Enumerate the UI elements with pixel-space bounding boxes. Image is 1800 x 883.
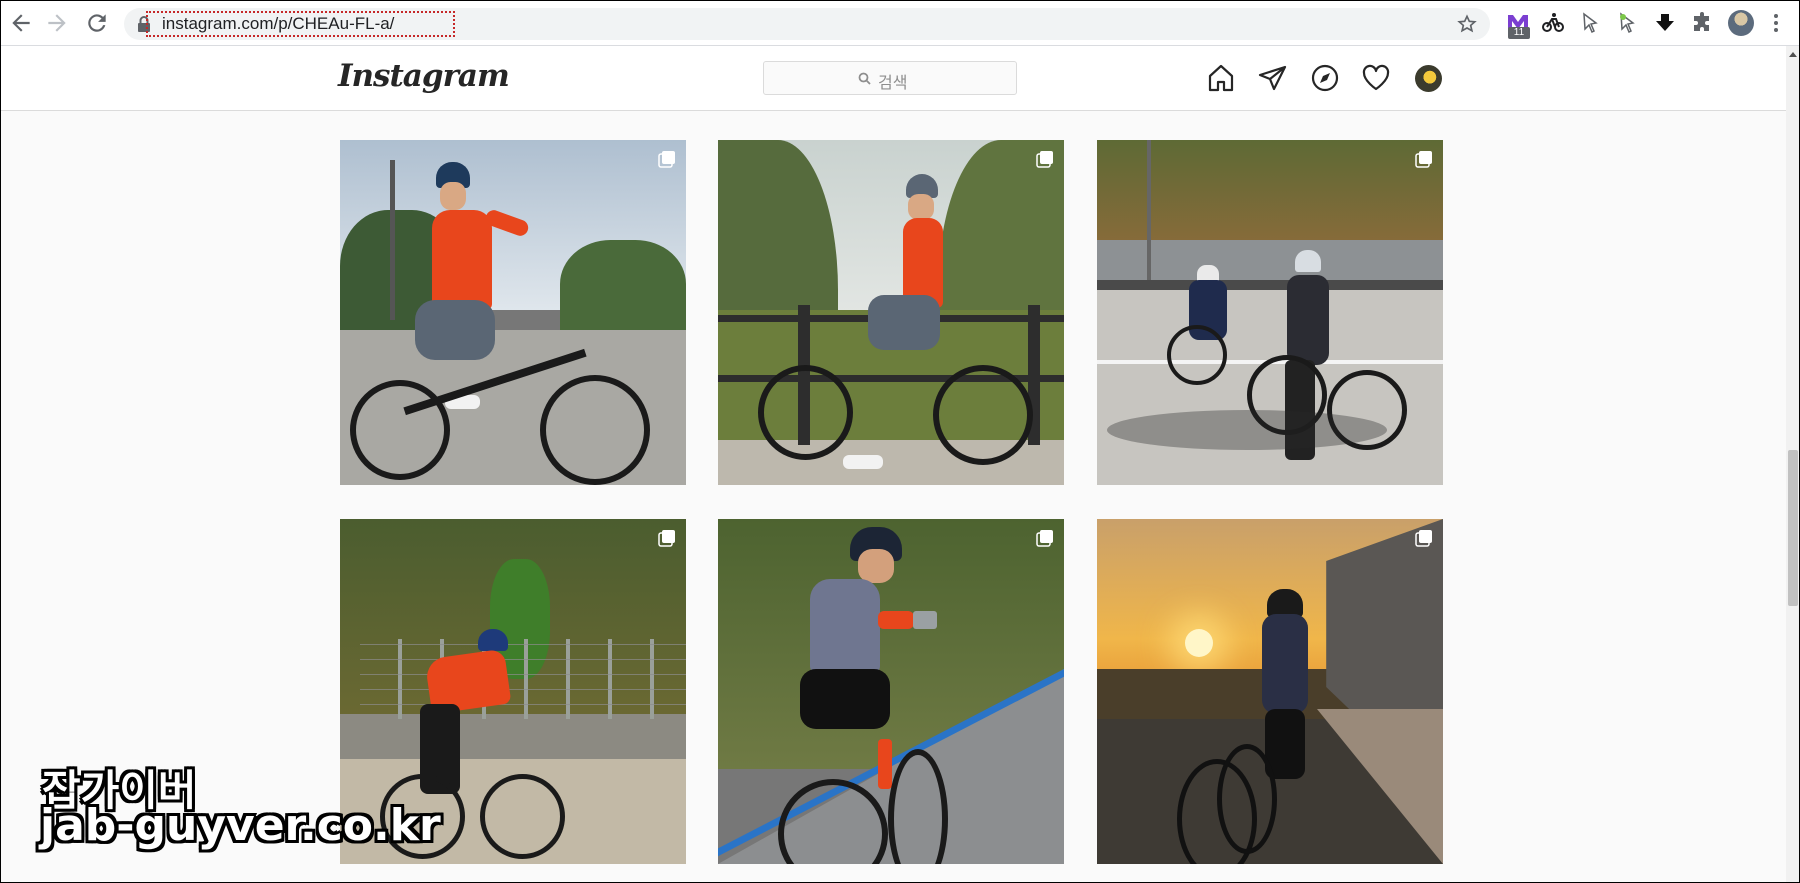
multiple-photos-icon <box>1036 151 1053 168</box>
forward-icon[interactable] <box>44 10 70 36</box>
multiple-photos-icon <box>658 151 675 168</box>
multiple-photos-icon <box>658 530 675 547</box>
puzzle-icon[interactable] <box>1690 11 1714 35</box>
profile-avatar-icon[interactable] <box>1728 10 1754 36</box>
instagram-header: Instagram 검색 <box>0 46 1786 111</box>
multiple-photos-icon <box>1415 530 1432 547</box>
page-scrollbar[interactable] <box>1786 46 1800 883</box>
extension-cursor-icon[interactable] <box>1578 11 1602 35</box>
profile-avatar[interactable] <box>1415 65 1442 92</box>
multiple-photos-icon <box>1415 151 1432 168</box>
explore-icon[interactable] <box>1309 62 1341 94</box>
post-thumbnail-2[interactable] <box>718 140 1064 485</box>
home-icon[interactable] <box>1205 62 1237 94</box>
heart-icon[interactable] <box>1360 62 1392 94</box>
multiple-photos-icon <box>1036 530 1053 547</box>
search-placeholder: 검색 <box>878 75 908 92</box>
reload-icon[interactable] <box>84 10 110 36</box>
watermark-url: jab-guyver.co.kr <box>40 800 441 851</box>
browser-toolbar: instagram.com/p/CHEAu-FL-a/ 11 <box>0 0 1800 46</box>
extension-badge: 11 <box>1508 27 1530 39</box>
extension-leaf-cursor-icon[interactable] <box>1615 11 1639 35</box>
post-thumbnail-5[interactable] <box>718 519 1064 864</box>
search-input[interactable]: 검색 <box>763 61 1017 95</box>
instagram-logo[interactable]: Instagram <box>338 58 510 94</box>
kebab-menu-icon[interactable] <box>1770 12 1782 34</box>
scrollbar-thumb[interactable] <box>1788 450 1798 606</box>
post-thumbnail-6[interactable] <box>1097 519 1443 864</box>
post-thumbnail-3[interactable] <box>1097 140 1443 485</box>
url-text[interactable]: instagram.com/p/CHEAu-FL-a/ <box>162 14 394 34</box>
search-icon <box>858 72 871 85</box>
star-icon[interactable] <box>1457 14 1477 34</box>
scroll-up-arrow[interactable] <box>1789 52 1797 57</box>
extension-bike-icon[interactable] <box>1541 11 1565 35</box>
extension-download-icon[interactable] <box>1653 11 1677 35</box>
address-bar[interactable]: instagram.com/p/CHEAu-FL-a/ <box>124 8 1490 40</box>
direct-icon[interactable] <box>1257 62 1289 94</box>
post-thumbnail-1[interactable] <box>340 140 686 485</box>
back-icon[interactable] <box>8 10 34 36</box>
